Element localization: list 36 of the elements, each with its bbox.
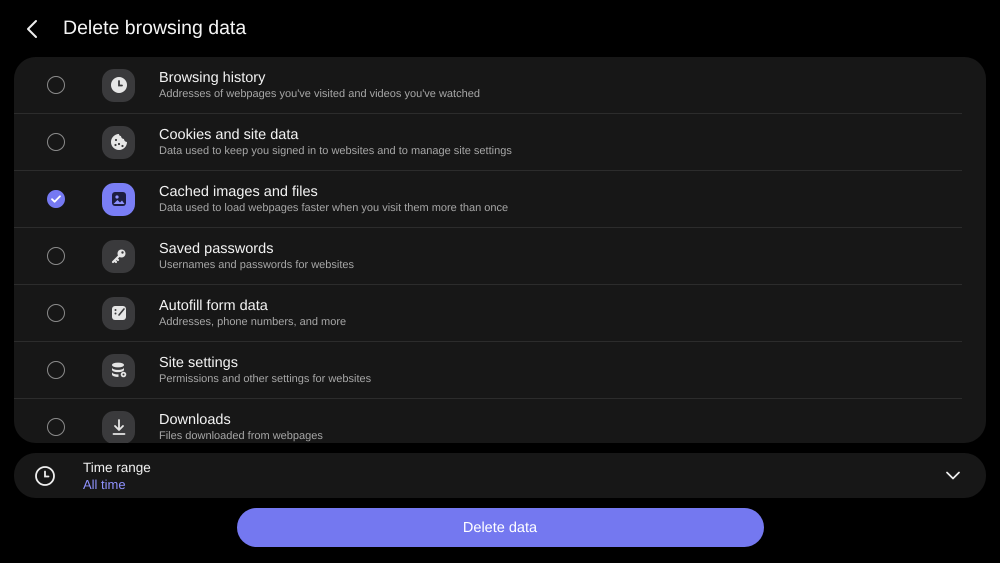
option-title: Cached images and files bbox=[159, 184, 319, 200]
option-description: Usernames and passwords for websites bbox=[159, 259, 354, 271]
checkbox[interactable] bbox=[47, 304, 65, 322]
option-title: Downloads bbox=[159, 412, 232, 428]
option-description: Addresses, phone numbers, and more bbox=[159, 316, 346, 328]
chevron-down-icon bbox=[946, 471, 960, 480]
option-title: Cookies and site data bbox=[159, 127, 300, 143]
clock-icon bbox=[102, 68, 135, 102]
option-title: Autofill form data bbox=[159, 298, 269, 314]
time-range-value: All time bbox=[83, 476, 127, 492]
image-icon bbox=[102, 182, 135, 216]
option-title: Site settings bbox=[159, 355, 239, 371]
checked-checkbox[interactable] bbox=[47, 190, 65, 208]
page-title: Delete browsing data bbox=[63, 17, 246, 40]
checkmark-icon bbox=[50, 193, 62, 205]
option-description: Data used to load webpages faster when you visit them more than once bbox=[159, 202, 508, 214]
option-title: Saved passwords bbox=[159, 241, 274, 257]
checkbox[interactable] bbox=[47, 76, 65, 94]
clock-icon bbox=[34, 464, 56, 486]
delete-data-button[interactable]: Delete data bbox=[236, 508, 764, 547]
checkbox[interactable] bbox=[47, 133, 65, 151]
pencil-note-icon bbox=[102, 296, 135, 330]
key-icon bbox=[102, 240, 135, 272]
option-description: Files downloaded from webpages bbox=[159, 430, 323, 442]
checkbox[interactable] bbox=[47, 361, 65, 379]
time-range-dropdown[interactable]: Time range All time bbox=[14, 453, 986, 498]
option-title: Browsing history bbox=[159, 70, 266, 86]
cookie-icon bbox=[102, 126, 135, 158]
database-gear-icon bbox=[102, 354, 135, 386]
checkbox[interactable] bbox=[47, 247, 65, 265]
time-range-label: Time range bbox=[83, 460, 152, 474]
download-icon bbox=[102, 410, 135, 443]
checkbox[interactable] bbox=[47, 418, 65, 436]
option-description: Permissions and other settings for websites bbox=[159, 373, 372, 385]
option-description: Data used to keep you signed in to websites and to manage site settings bbox=[159, 145, 512, 157]
option-description: Addresses of webpages you've visited and videos you've watched bbox=[159, 88, 480, 100]
